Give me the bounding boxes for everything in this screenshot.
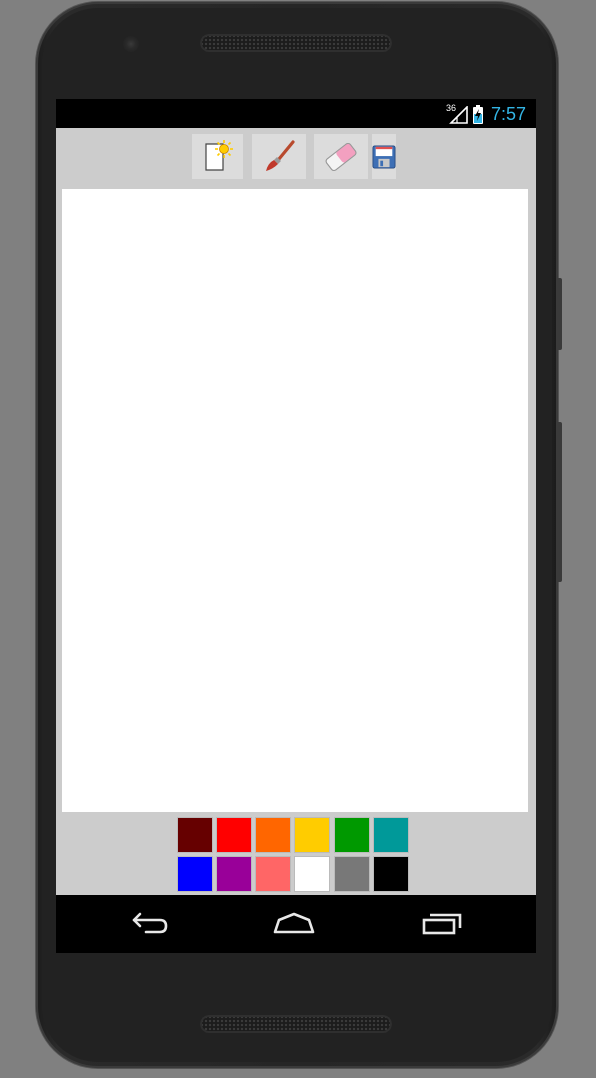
floppy-disk-icon — [372, 144, 396, 169]
color-swatch-purple[interactable] — [216, 856, 252, 892]
new-drawing-button[interactable] — [192, 134, 243, 179]
recents-button[interactable] — [412, 907, 472, 941]
color-swatch-dark-red[interactable] — [177, 817, 213, 853]
battery-charging-icon — [472, 104, 483, 124]
color-swatch-pink[interactable] — [255, 856, 291, 892]
toolbar — [56, 128, 536, 189]
bottom-speaker — [200, 1015, 392, 1033]
color-swatch-orange[interactable] — [255, 817, 291, 853]
color-swatch-teal[interactable] — [373, 817, 409, 853]
color-swatch-black[interactable] — [373, 856, 409, 892]
paint-brush-icon — [266, 139, 295, 171]
power-button — [558, 278, 562, 350]
color-palette — [56, 812, 536, 895]
drawing-canvas[interactable] — [62, 189, 528, 812]
color-swatch-red[interactable] — [216, 817, 252, 853]
new-document-icon — [204, 139, 233, 171]
status-clock: 7:57 — [490, 103, 526, 124]
status-icons: 36 7:57 — [446, 103, 526, 125]
app-content — [56, 128, 536, 895]
signal-indicator: 36 — [446, 103, 468, 124]
color-swatch-white[interactable] — [294, 856, 330, 892]
back-button[interactable] — [118, 907, 178, 941]
front-camera — [123, 36, 139, 52]
color-swatch-blue[interactable] — [177, 856, 213, 892]
save-button[interactable] — [372, 134, 396, 179]
color-swatch-yellow[interactable] — [294, 817, 330, 853]
signal-icon — [449, 106, 468, 124]
color-swatch-green[interactable] — [334, 817, 370, 853]
recents-icon — [422, 913, 462, 935]
volume-button — [558, 422, 562, 582]
eraser-icon — [325, 142, 357, 171]
home-icon — [273, 912, 315, 934]
navigation-bar — [56, 895, 536, 953]
home-button[interactable] — [264, 907, 324, 941]
device-screen: 36 7:57 — [56, 99, 536, 953]
color-swatch-gray[interactable] — [334, 856, 370, 892]
eraser-button[interactable] — [314, 134, 368, 179]
brush-button[interactable] — [252, 134, 306, 179]
earpiece-speaker — [200, 34, 392, 52]
back-icon — [132, 912, 168, 934]
status-bar: 36 7:57 — [56, 99, 536, 128]
